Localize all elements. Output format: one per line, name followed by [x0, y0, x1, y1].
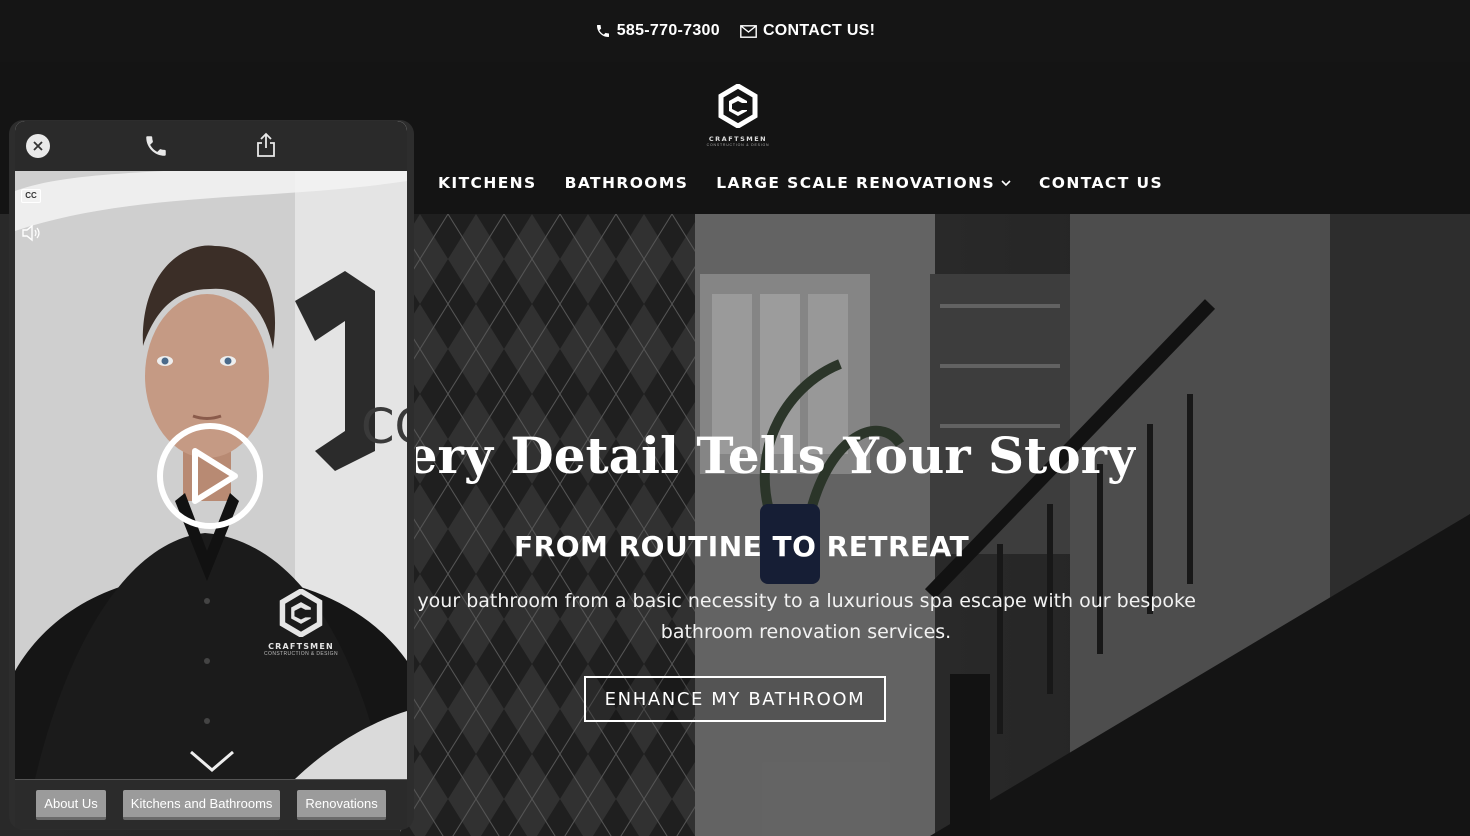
close-button[interactable]	[26, 134, 50, 158]
main-nav: KITCHENS BATHROOMS LARGE SCALE RENOVATIO…	[438, 174, 1163, 192]
shirt-logo-sub: CONSTRUCTION & DESIGN	[264, 651, 338, 657]
hero-subtitle: FROM ROUTINE TO RETREAT	[514, 530, 970, 563]
phone-number: 585-770-7300	[616, 22, 720, 39]
top-contact-bar: 585-770-7300 CONTACT US!	[0, 0, 1470, 62]
phone-icon	[146, 136, 166, 156]
play-icon	[157, 423, 263, 529]
phone-icon	[596, 25, 609, 37]
chevron-up-icon	[190, 176, 234, 197]
hero-title: Where Every Detail Tells Your Story	[416, 426, 1136, 485]
nav-bathrooms[interactable]: BATHROOMS	[565, 174, 689, 192]
volume-button[interactable]	[21, 224, 43, 247]
hero-description-line1: Transform your bathroom from a basic nec…	[416, 590, 1196, 612]
hero-description: Transform your bathroom from a basic nec…	[416, 586, 1196, 650]
chevron-down-icon	[1001, 179, 1011, 186]
chip-about-us[interactable]: About Us	[36, 789, 106, 820]
phone-link[interactable]: 585-770-7300	[595, 22, 720, 40]
shirt-logo-name: CRAFTSMEN	[268, 642, 334, 651]
play-button[interactable]	[155, 421, 265, 531]
video-player[interactable]: CO	[15, 121, 407, 779]
next-video-button[interactable]	[189, 749, 235, 778]
logo-sub-text: CONSTRUCTION & DESIGN	[706, 143, 770, 147]
nav-contact-us[interactable]: CONTACT US	[1039, 174, 1163, 192]
contact-label: CONTACT US!	[762, 22, 876, 39]
nav-large-scale-renovations[interactable]: LARGE SCALE RENOVATIONS	[716, 174, 1011, 192]
share-button[interactable]	[255, 132, 277, 163]
nav-bathrooms-label: BATHROOMS	[564, 174, 689, 192]
enhance-bathroom-button[interactable]: ENHANCE MY BATHROOM	[584, 676, 886, 722]
previous-video-button[interactable]	[189, 175, 235, 202]
logo-mark-icon	[718, 83, 758, 129]
video-chip-bar: About Us Kitchens and Bathrooms Renovati…	[15, 779, 407, 829]
chip-kitchens-bathrooms[interactable]: Kitchens and Bathrooms	[122, 789, 281, 820]
share-icon	[257, 132, 275, 157]
video-widget: CO	[9, 120, 414, 830]
chevron-down-icon	[190, 750, 234, 772]
wall-logo-text: CO	[361, 399, 407, 455]
call-button[interactable]	[143, 133, 169, 164]
logo-mark-icon	[279, 588, 323, 638]
nav-renovations-label: LARGE SCALE RENOVATIONS	[716, 174, 996, 192]
video-toolbar	[15, 121, 407, 171]
envelope-icon	[740, 24, 757, 38]
volume-icon	[22, 224, 40, 242]
shirt-logo: CRAFTSMEN CONSTRUCTION & DESIGN	[259, 588, 343, 657]
site-logo[interactable]: CRAFTSMEN CONSTRUCTION & DESIGN	[700, 83, 776, 154]
hero-description-line2: bathroom renovation services.	[660, 621, 952, 643]
logo-brand-text: CRAFTSMEN	[708, 135, 768, 143]
contact-link[interactable]: CONTACT US!	[740, 22, 875, 40]
cc-icon[interactable]: CC	[21, 189, 41, 203]
nav-kitchens-label: KITCHENS	[438, 174, 537, 192]
nav-kitchens[interactable]: KITCHENS	[438, 174, 537, 192]
chip-renovations[interactable]: Renovations	[297, 789, 386, 820]
nav-contact-label: CONTACT US	[1039, 174, 1164, 192]
close-icon	[33, 141, 43, 151]
